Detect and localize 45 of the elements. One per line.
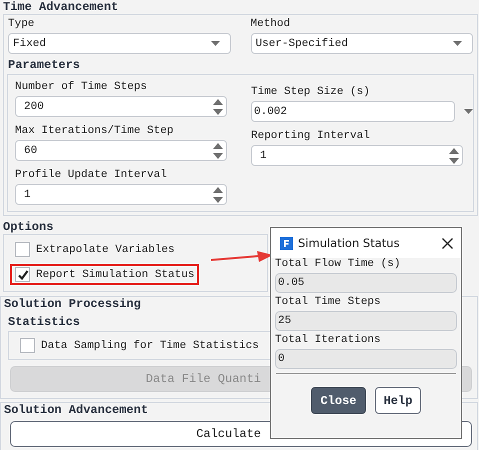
- section-title: Parameters: [8, 58, 80, 72]
- help-button[interactable]: Help: [375, 387, 421, 414]
- number-spinner[interactable]: 1: [15, 184, 227, 205]
- checkbox[interactable]: [15, 242, 30, 257]
- input-field[interactable]: 0.002: [251, 101, 455, 122]
- window-title: Simulation Status: [298, 236, 401, 250]
- checkbox[interactable]: [20, 338, 35, 353]
- field-label: Method: [250, 18, 292, 31]
- spin-arrows-icon: [213, 98, 223, 114]
- checkbox-label: Report Simulation Status: [36, 268, 194, 280]
- section-title: Time Advancement: [3, 0, 118, 14]
- field-label: Type: [8, 18, 36, 31]
- field-label: Reporting Interval: [251, 130, 371, 143]
- number-spinner[interactable]: 60: [15, 140, 227, 161]
- field-label: Total Flow Time (s): [275, 258, 402, 271]
- spin-arrows-icon: [449, 148, 459, 164]
- field-label: Profile Update Interval: [15, 169, 168, 182]
- dropdown-arrow-icon: [210, 41, 220, 46]
- close-icon[interactable]: [442, 238, 453, 248]
- dropdown-arrow-icon[interactable]: [464, 109, 473, 114]
- method-dropdown[interactable]: User-Specified: [250, 33, 473, 54]
- annotation-arrow: [211, 251, 273, 265]
- readonly-field: 0.05: [275, 273, 457, 293]
- checkbox-label: Extrapolate Variables: [36, 244, 175, 256]
- spin-arrows-icon: [213, 186, 223, 202]
- field-label: Total Iterations: [275, 334, 382, 347]
- field-label: Max Iterations/Time Step: [15, 125, 174, 138]
- type-dropdown[interactable]: Fixed: [8, 33, 230, 54]
- field-label: Time Step Size (s): [251, 86, 371, 99]
- field-label: Number of Time Steps: [15, 81, 148, 94]
- section-title: Solution Advancement: [4, 403, 148, 417]
- checkbox-label: Data Sampling for Time Statistics: [41, 340, 259, 352]
- checkbox[interactable]: [15, 267, 30, 282]
- number-spinner[interactable]: 1: [251, 145, 463, 166]
- close-button[interactable]: Close: [311, 387, 366, 414]
- field-label: Total Time Steps: [275, 296, 382, 309]
- section-title: Options: [3, 220, 54, 234]
- section-title: Solution Processing: [4, 297, 141, 311]
- readonly-field: 25: [275, 311, 457, 331]
- app-logo-icon: [280, 236, 293, 250]
- section-title: Statistics: [8, 315, 80, 329]
- number-spinner[interactable]: 200: [15, 96, 227, 117]
- dropdown-arrow-icon: [453, 41, 462, 46]
- spin-arrows-icon: [213, 142, 223, 158]
- readonly-field: 0: [275, 349, 457, 369]
